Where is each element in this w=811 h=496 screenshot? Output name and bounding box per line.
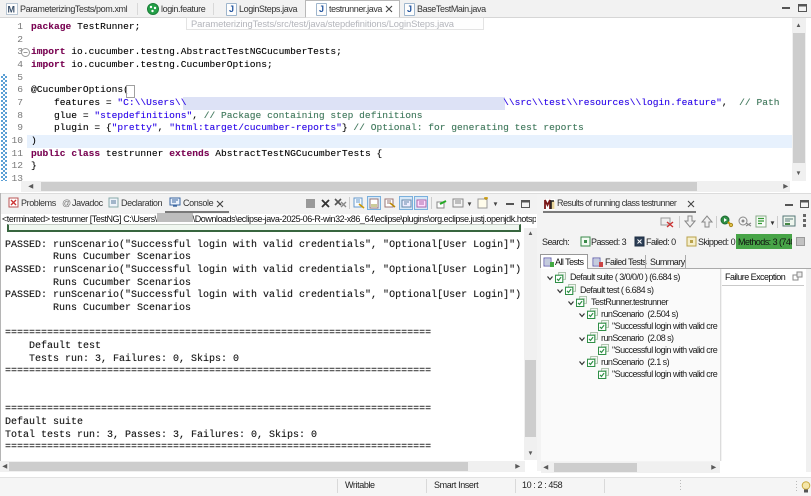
- svg-text:M: M: [8, 5, 15, 15]
